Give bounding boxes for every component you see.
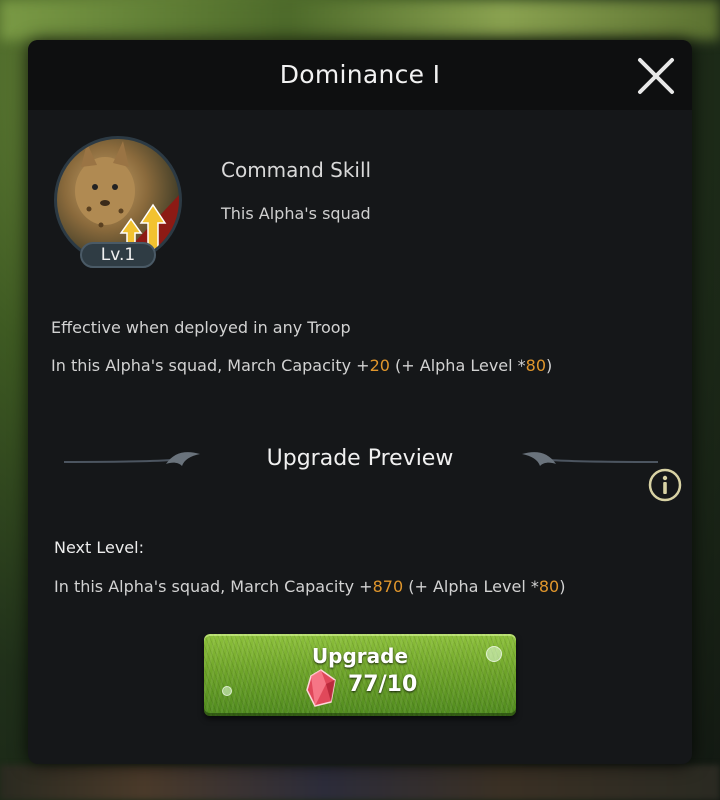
info-icon [648, 468, 682, 502]
dialog-title: Dominance I [279, 60, 441, 89]
skill-level-badge: Lv.1 [80, 242, 156, 268]
background-top [0, 0, 720, 40]
close-icon [638, 58, 674, 94]
current-effect-middle: (+ Alpha Level * [389, 356, 526, 375]
background-bottom [0, 765, 720, 800]
next-level-label: Next Level: [54, 538, 144, 557]
next-effect-suffix: ) [559, 577, 566, 596]
info-button[interactable] [648, 468, 682, 502]
upgrade-button[interactable]: Upgrade 77/10 [204, 634, 516, 716]
upgrade-cost: 77/10 [348, 672, 418, 697]
skill-target: This Alpha's squad [221, 204, 371, 223]
divider-ornament-right [522, 452, 659, 466]
skill-type: Command Skill [221, 158, 372, 182]
dialog-header: Dominance I [28, 40, 692, 110]
dew-drop [222, 686, 232, 696]
upgrade-button-label: Upgrade [311, 644, 409, 668]
next-effect-middle: (+ Alpha Level * [403, 577, 539, 596]
red-gem-icon [306, 669, 336, 707]
next-effect-value: 870 [372, 577, 404, 596]
current-effect-value: 20 [369, 356, 390, 375]
current-effect-prefix: In this Alpha's squad, March Capacity + [51, 356, 370, 375]
next-effect-prefix: In this Alpha's squad, March Capacity + [54, 577, 373, 596]
current-effect: In this Alpha's squad, March Capacity +2… [51, 356, 552, 375]
next-effect: In this Alpha's squad, March Capacity +8… [54, 577, 565, 596]
skill-dialog: Dominance I Lv.1 Command Skill This Alph… [28, 40, 692, 764]
current-effect-multiplier: 80 [525, 356, 547, 375]
effective-note: Effective when deployed in any Troop [51, 318, 351, 337]
close-button[interactable] [634, 54, 678, 98]
current-effect-suffix: ) [546, 356, 553, 375]
next-effect-multiplier: 80 [538, 577, 560, 596]
